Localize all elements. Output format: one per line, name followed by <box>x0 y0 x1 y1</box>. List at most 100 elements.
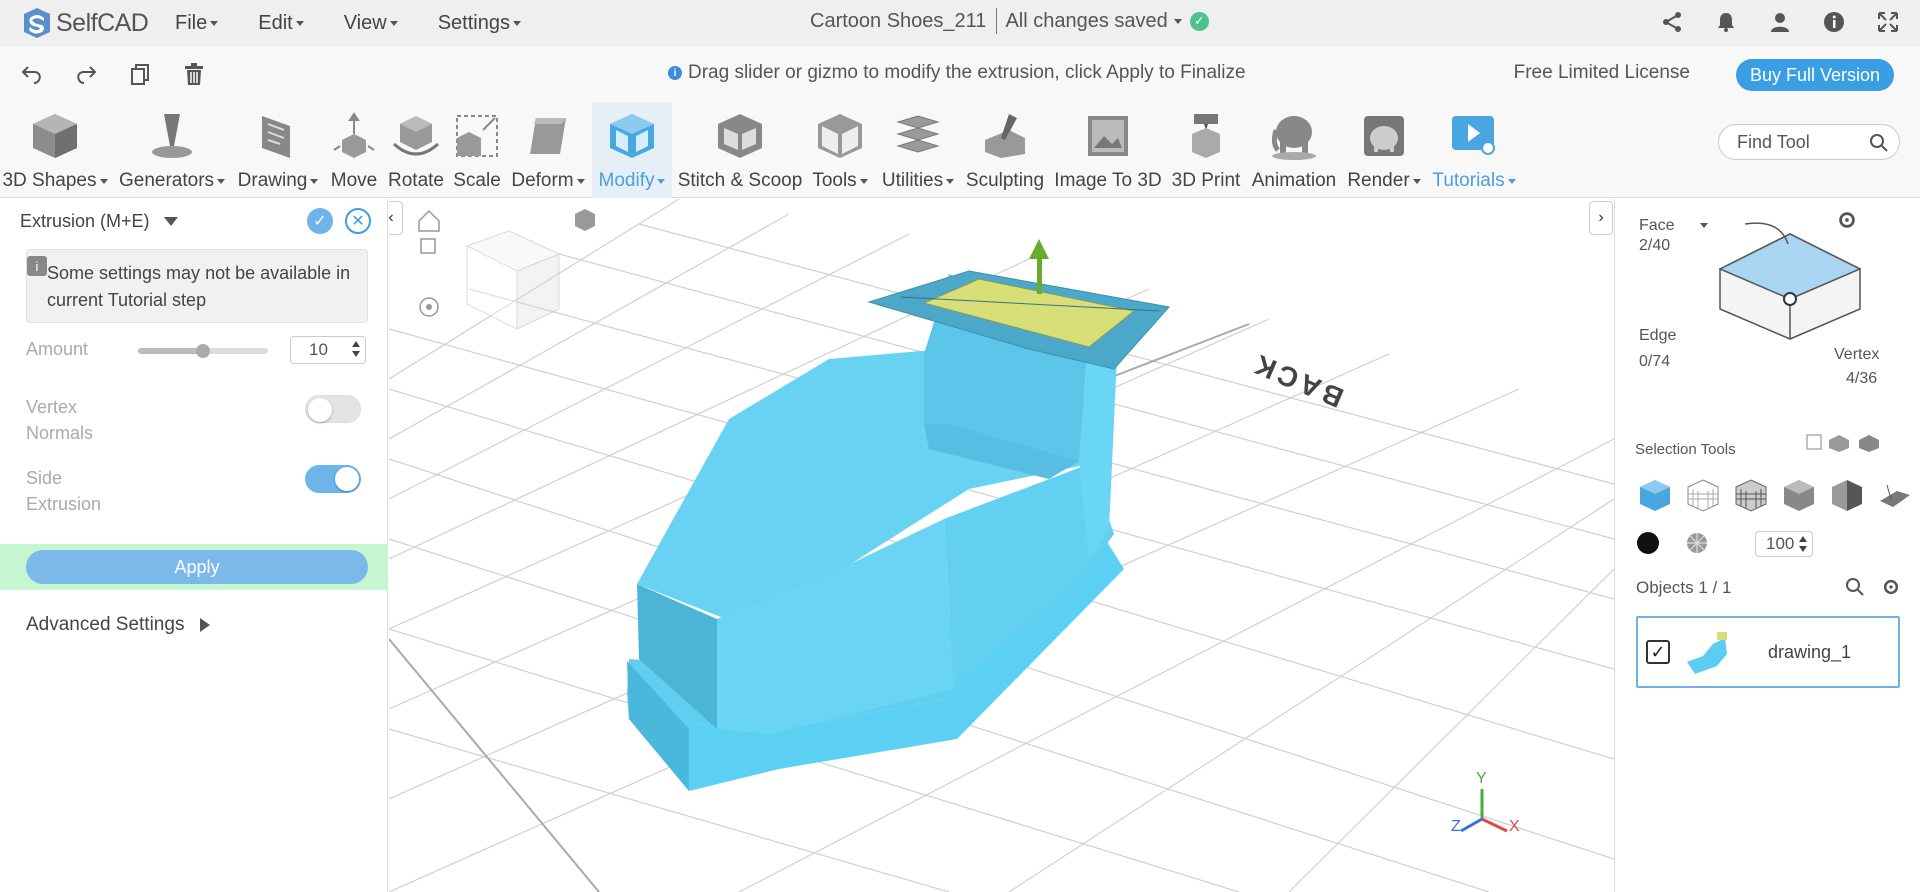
find-tool-input[interactable]: Find Tool <box>1718 124 1900 160</box>
bell-icon[interactable] <box>1714 10 1738 34</box>
chevron-down-icon <box>576 178 585 184</box>
home-view-icon[interactable] <box>418 209 440 232</box>
tool-scale[interactable]: Scale <box>450 102 504 198</box>
tool-deform[interactable]: Deform <box>506 102 590 198</box>
tool-label: Render <box>1347 170 1410 191</box>
save-status[interactable]: All changes saved <box>1005 10 1167 33</box>
menu-settings[interactable]: Settings <box>438 12 521 35</box>
opacity-value: 100 <box>1766 534 1795 553</box>
app-logo[interactable]: SelfCAD <box>20 6 160 40</box>
search-icon[interactable] <box>1845 577 1865 597</box>
chevron-down-icon <box>210 20 219 26</box>
search-icon[interactable] <box>1869 133 1889 153</box>
close-button[interactable]: ✕ <box>345 208 371 234</box>
shoe-model[interactable] <box>627 270 1170 791</box>
3d-viewport[interactable]: Y X Z ‹ › BACK <box>389 199 1614 892</box>
tool-stitch-scoop[interactable]: Stitch & Scoop <box>676 102 804 198</box>
menu-view[interactable]: View <box>344 12 398 35</box>
view-mode-cube-icon[interactable] <box>575 209 595 231</box>
color-swatch-black[interactable] <box>1637 532 1659 554</box>
tool-utilities[interactable]: Utilities <box>876 102 960 198</box>
tool-rotate[interactable]: Rotate <box>384 102 448 198</box>
license-label: Free Limited License <box>1513 62 1690 83</box>
select-plane-icon[interactable] <box>1877 477 1913 513</box>
opacity-input[interactable]: 100 <box>1755 531 1813 557</box>
tool-move[interactable]: Move <box>326 102 382 198</box>
info-icon[interactable] <box>1822 10 1846 34</box>
amount-stepper[interactable] <box>352 341 360 357</box>
fit-view-icon[interactable] <box>420 238 436 254</box>
tool-animation[interactable]: Animation <box>1246 102 1342 198</box>
tool-label: Tutorials <box>1432 170 1505 191</box>
side-extrusion-toggle[interactable] <box>305 465 361 493</box>
tool-drawing[interactable]: Drawing <box>234 102 322 198</box>
collapse-left-panel-button[interactable]: ‹ <box>389 201 403 235</box>
tool-modify[interactable]: Modify <box>592 102 672 198</box>
tools-icon <box>818 114 862 158</box>
confirm-button[interactable]: ✓ <box>307 208 333 234</box>
top-menu-bar: SelfCAD File Edit View Settings Cartoon … <box>0 0 1920 46</box>
amount-slider[interactable] <box>138 344 268 358</box>
objects-count-label: Objects 1 / 1 <box>1636 578 1732 597</box>
toggle-knob <box>308 398 332 422</box>
opacity-stepper[interactable] <box>1799 536 1807 552</box>
view-cube[interactable] <box>465 230 561 330</box>
share-icon[interactable] <box>1660 10 1684 34</box>
collapse-right-panel-button[interactable]: › <box>1589 201 1613 235</box>
select-solid-icon[interactable] <box>1781 477 1817 513</box>
document-title-area: Cartoon Shoes_211 All changes saved ✓ <box>810 8 1209 34</box>
camera-icon[interactable] <box>419 297 439 317</box>
tool-tools[interactable]: Tools <box>806 102 874 198</box>
tool-generators[interactable]: Generators <box>116 102 228 198</box>
amount-slider-fill <box>138 348 203 354</box>
fullscreen-icon[interactable] <box>1876 10 1900 34</box>
tool-render[interactable]: Render <box>1344 102 1424 198</box>
object-visibility-checkbox[interactable]: ✓ <box>1646 640 1670 664</box>
amount-value: 10 <box>309 340 328 359</box>
texture-sphere-icon[interactable] <box>1685 531 1709 555</box>
scene-canvas[interactable]: Y X Z <box>389 199 1614 892</box>
object-list-item[interactable]: ✓ drawing_1 <box>1636 616 1900 688</box>
scale-icon <box>456 115 498 157</box>
tool-label: Stitch & Scoop <box>677 170 803 191</box>
menu-view-label: View <box>343 11 387 34</box>
selection-view-icons[interactable] <box>1805 432 1885 452</box>
tool-tutorials[interactable]: Tutorials <box>1426 102 1522 198</box>
advanced-settings-toggle[interactable]: Advanced Settings <box>26 614 211 636</box>
undo-icon[interactable] <box>20 62 44 86</box>
tool-3d-shapes[interactable]: 3D Shapes <box>0 102 110 198</box>
tool-3d-print[interactable]: 3D Print <box>1168 102 1244 198</box>
menu-file[interactable]: File <box>175 12 219 35</box>
selection-mode-cube[interactable] <box>1710 209 1870 354</box>
chevron-down-icon <box>389 20 398 26</box>
buy-full-version-button[interactable]: Buy Full Version <box>1736 59 1894 91</box>
tool-hint-text: Drag slider or gizmo to modify the extru… <box>688 62 1246 83</box>
apply-button[interactable]: Apply <box>26 550 368 584</box>
tool-label: 3D Shapes <box>2 170 97 191</box>
tool-label: Deform <box>511 170 574 191</box>
chevron-down-icon <box>217 178 226 184</box>
trash-icon[interactable] <box>182 62 206 86</box>
redo-icon[interactable] <box>74 62 98 86</box>
tool-sculpting[interactable]: Sculpting <box>962 102 1048 198</box>
copy-icon[interactable] <box>128 62 152 86</box>
toggle-knob <box>335 467 359 491</box>
select-half-icon[interactable] <box>1829 477 1865 513</box>
cube-icon <box>33 114 77 158</box>
tool-image-to-3d[interactable]: Image To 3D <box>1050 102 1166 198</box>
select-grid-icon[interactable] <box>1733 477 1769 513</box>
user-icon[interactable] <box>1768 10 1792 34</box>
select-wireframe-icon[interactable] <box>1685 477 1721 513</box>
amount-slider-handle[interactable] <box>196 344 210 358</box>
gear-icon[interactable] <box>1881 577 1901 597</box>
collapse-triangle-icon[interactable] <box>163 216 178 226</box>
menu-edit[interactable]: Edit <box>258 12 304 35</box>
select-object-icon[interactable] <box>1637 477 1673 513</box>
document-title[interactable]: Cartoon Shoes_211 <box>810 10 986 33</box>
axis-z-label: Z <box>1451 818 1461 835</box>
vertex-normals-toggle[interactable] <box>305 395 361 423</box>
amount-input[interactable]: 10 <box>290 336 366 364</box>
tool-label: Utilities <box>881 170 944 191</box>
chevron-down-icon[interactable] <box>1173 18 1182 24</box>
chevron-down-icon[interactable] <box>1700 223 1708 228</box>
